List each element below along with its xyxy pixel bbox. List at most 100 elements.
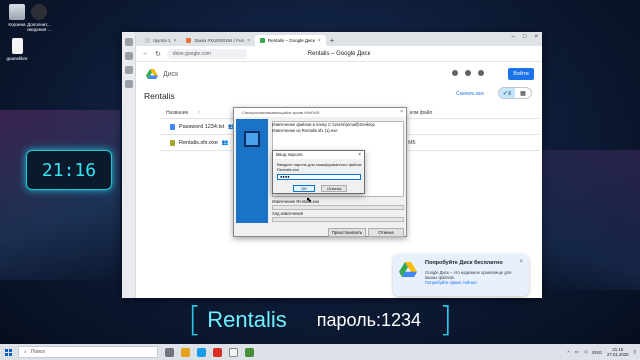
close-window-icon[interactable]: × xyxy=(534,34,538,40)
chevron-up-icon[interactable]: ^ xyxy=(567,350,569,355)
tab-label: группа 1 xyxy=(153,38,171,43)
drive-header: Диск Войти xyxy=(136,62,542,86)
cancel-button[interactable]: Отмена xyxy=(321,185,347,192)
pause-button[interactable]: Приостановить xyxy=(328,228,366,237)
login-button[interactable]: Войти xyxy=(508,68,534,80)
volume-icon[interactable]: ◁ xyxy=(584,349,587,355)
tab-strip: группа 1 × Заказ #XUEN0194 / Fun × Renta… xyxy=(136,32,542,46)
mouse-cursor-icon: ⬉ xyxy=(306,197,312,204)
grid-view-button[interactable]: ▦ xyxy=(515,88,531,98)
download-all-link[interactable]: Скачать все xyxy=(456,91,484,97)
apps-icon[interactable] xyxy=(478,70,484,76)
neon-clock-wallpaper: 21:16 xyxy=(26,150,112,190)
winrar-log-line: Извлечение файлов в папку C:\Users\(emai… xyxy=(272,122,375,127)
bracket-right: ] xyxy=(439,300,453,340)
tab-label: Заказ #XUEN0194 / Fun xyxy=(194,38,244,43)
winrar-log-line: Извлечение из Rentalis.sfx (1).exe xyxy=(272,128,338,133)
taskbar-search[interactable]: ⌕ Поиск xyxy=(18,346,158,358)
search-icon: ⌕ xyxy=(24,349,27,355)
drive-logo-icon xyxy=(146,69,158,79)
desktop-icon-file[interactable]: guanelibre xyxy=(0,38,34,61)
header-icons xyxy=(452,70,484,76)
close-icon[interactable]: × xyxy=(173,38,176,44)
minimize-icon[interactable]: – xyxy=(512,34,515,40)
file-row[interactable]: Password 1234.txt 👥 xyxy=(170,124,235,130)
winrar-logo-icon xyxy=(244,131,260,147)
edge-icon[interactable] xyxy=(197,347,206,357)
close-icon[interactable]: × xyxy=(400,108,403,117)
promo-text: Google Диск – это надежное хранилище для… xyxy=(425,270,512,280)
taskbar: ⌕ Поиск ^ ▭ ◁ ENG 21:16 27.01.2025 ▯ xyxy=(0,344,640,360)
column-header-name[interactable]: Название ↑ xyxy=(166,110,200,116)
exe-file-icon xyxy=(170,140,175,146)
new-tab-button[interactable]: + xyxy=(326,35,339,46)
tab-order[interactable]: Заказ #XUEN0194 / Fun × xyxy=(181,35,255,46)
shared-icon: 👥 xyxy=(221,140,229,146)
winrar-status: Извлечение Rentalis.exe xyxy=(272,199,320,204)
file-row[interactable]: Rentalis.sfx.exe 👥 xyxy=(170,140,229,146)
info-icon xyxy=(31,4,47,20)
wallpaper-right-glow xyxy=(540,150,640,290)
browser-sidebar xyxy=(122,32,136,298)
sidebar-history-icon[interactable] xyxy=(124,52,133,60)
wallpaper-left-glow xyxy=(0,110,120,280)
page-title: Rentalis – Google Диск xyxy=(307,50,371,57)
bracket-left: [ xyxy=(188,300,202,340)
yandex-icon[interactable] xyxy=(213,347,222,357)
promo-description: Google Диск – это надежное хранилище для… xyxy=(425,270,521,285)
language-indicator[interactable]: ENG xyxy=(592,350,602,355)
tab-label: Rentalis – Google Диск xyxy=(267,38,315,43)
drive-promo-card: Попробуйте Диск бесплатно Google Диск – … xyxy=(393,254,529,296)
notifications-icon[interactable]: ▯ xyxy=(634,349,636,355)
winrar-banner xyxy=(236,119,268,223)
caption-password: пароль:1234 xyxy=(316,309,422,330)
folder-title: Rentalis xyxy=(144,91,175,101)
winrar-progress-label: Ход извлечения xyxy=(272,211,304,216)
winrar-titlebar: Самораспаковывающийся архив WinRAR × xyxy=(234,108,406,117)
close-icon[interactable]: × xyxy=(358,151,361,159)
password-filename: Rentalis.exe xyxy=(277,167,300,172)
desktop-icon-info[interactable]: Дополнит... сведения ... xyxy=(22,4,56,32)
password-dialog: Ввод пароля × Введите пароль для зашифро… xyxy=(272,150,365,194)
start-button[interactable] xyxy=(0,344,16,360)
close-icon[interactable]: × xyxy=(318,38,321,44)
winrar-title: Самораспаковывающийся архив WinRAR xyxy=(242,110,320,115)
network-icon[interactable]: ▭ xyxy=(575,349,579,355)
file-name: Rentalis.sfx.exe xyxy=(179,140,218,146)
view-toggle: ✓≡ ▦ xyxy=(498,87,532,99)
settings-icon[interactable] xyxy=(465,70,471,76)
desktop-icon-label: Дополнит... сведения ... xyxy=(26,22,52,32)
ok-button[interactable]: OK xyxy=(293,185,315,192)
store-icon[interactable] xyxy=(229,347,238,357)
list-view-button[interactable]: ✓≡ xyxy=(499,88,515,98)
promo-title: Попробуйте Диск бесплатно xyxy=(425,260,503,266)
caption-name: Rentalis xyxy=(207,307,287,332)
winrar-taskbar-icon[interactable] xyxy=(245,347,254,357)
password-input[interactable]: ●●●● xyxy=(277,174,361,180)
password-dialog-titlebar: Ввод пароля × xyxy=(273,151,364,159)
system-tray: ^ ▭ ◁ ENG 21:16 27.01.2025 ▯ xyxy=(567,344,636,360)
task-view-icon[interactable] xyxy=(165,347,174,357)
clock-date: 27.01.2025 xyxy=(607,352,629,357)
clock[interactable]: 21:16 27.01.2025 xyxy=(607,347,629,357)
sidebar-bookmarks-icon[interactable] xyxy=(124,66,133,74)
close-icon[interactable]: × xyxy=(519,259,523,265)
video-caption: [ Rentalis пароль:1234 ] xyxy=(188,300,464,340)
maximize-icon[interactable]: □ xyxy=(523,34,527,40)
shop-favicon xyxy=(186,38,192,43)
password-dialog-title: Ввод пароля xyxy=(276,152,303,157)
cancel-button[interactable]: Отмена xyxy=(368,228,404,237)
sidebar-settings-icon[interactable] xyxy=(124,80,133,88)
window-controls: – □ × xyxy=(512,34,538,40)
column-header-size: ком файл xyxy=(410,110,433,116)
group-icon xyxy=(145,38,150,43)
tab-drive[interactable]: Rentalis – Google Диск × xyxy=(254,35,326,46)
tab-group[interactable]: группа 1 × xyxy=(140,35,181,46)
help-icon[interactable] xyxy=(452,70,458,76)
close-icon[interactable]: × xyxy=(247,38,250,44)
promo-link[interactable]: Попробуйте прямо сейчас! xyxy=(425,280,521,285)
file-icon xyxy=(11,38,23,54)
drive-product-name[interactable]: Диск xyxy=(163,71,178,78)
file-explorer-icon[interactable] xyxy=(181,347,190,357)
sidebar-tabs-icon[interactable] xyxy=(124,38,133,46)
